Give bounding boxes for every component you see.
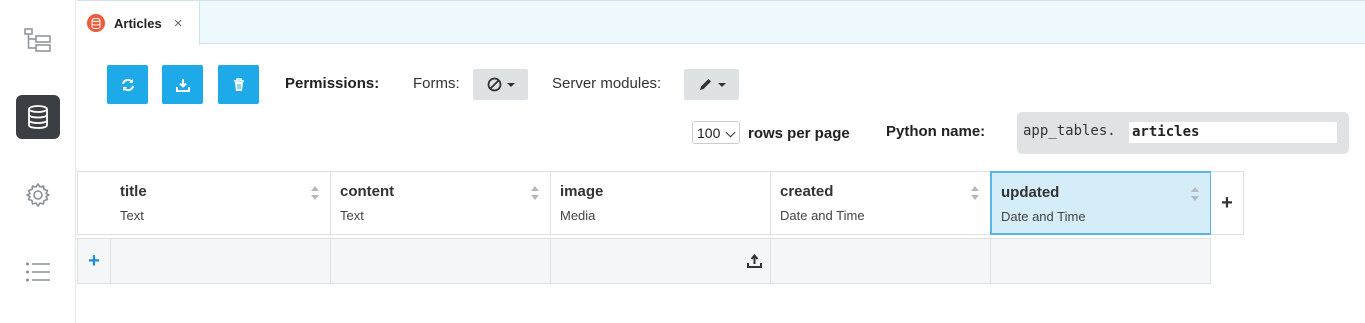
column-header-title[interactable]: title Text [111,171,331,235]
rows-per-page-select[interactable]: 100 [692,121,740,144]
python-name-label: Python name: [886,123,986,140]
column-type: Text [340,208,364,223]
caret-down-icon [506,82,515,87]
column-name: content [340,183,395,200]
delete-button[interactable] [218,65,259,104]
add-row-button[interactable]: + [77,238,111,284]
forms-label: Forms: [413,75,460,92]
sort-icon[interactable] [971,186,980,200]
sort-icon[interactable] [1191,187,1200,201]
column-header-image[interactable]: image Media [551,171,771,235]
add-column-button[interactable]: + [1211,171,1244,235]
upload-icon[interactable] [747,253,762,268]
rows-per-page-value: 100 [697,124,721,141]
server-modules-label: Server modules: [552,75,662,92]
new-row-cell-image[interactable] [551,238,771,284]
settings-button[interactable] [16,173,60,217]
download-button[interactable] [162,65,203,104]
chevron-down-icon [725,127,736,138]
download-icon [175,78,190,92]
column-header-created[interactable]: created Date and Time [771,171,991,235]
database-icon [28,105,48,129]
column-type: Media [560,208,596,223]
sort-icon[interactable] [311,186,320,200]
python-name-box: app_tables. articles [1017,112,1349,154]
column-header-updated[interactable]: updated Date and Time [990,171,1212,235]
column-name: title [120,183,147,200]
pencil-icon [699,79,711,90]
column-name: created [780,183,834,200]
tab-strip: Articles × [77,0,1365,45]
gear-icon [26,183,50,207]
caret-down-icon [717,82,726,87]
python-name-prefix: app_tables. [1023,123,1116,139]
server-modules-permission-dropdown[interactable] [684,69,739,100]
refresh-button[interactable] [107,65,148,104]
database-icon [87,14,105,32]
tab-articles[interactable]: Articles × [77,1,200,45]
python-name-input[interactable]: articles [1129,122,1337,143]
data-tables-button[interactable] [16,95,60,139]
grid-corner-cell [77,171,111,235]
list-button[interactable] [16,250,60,294]
column-name: image [560,183,604,200]
tab-label: Articles [114,15,162,31]
permissions-label: Permissions: [285,75,380,92]
rows-per-page-label: rows per page [748,125,850,142]
new-row-cell-updated[interactable] [991,238,1211,284]
sort-icon[interactable] [531,186,540,200]
tree-icon [24,28,51,52]
column-name: updated [1001,184,1060,201]
left-sidebar [0,0,76,323]
refresh-icon [121,78,134,91]
new-row-cell-content[interactable] [331,238,551,284]
list-icon [26,262,50,282]
no-access-icon [487,77,501,92]
close-icon[interactable]: × [174,16,183,31]
column-type: Date and Time [780,208,865,223]
column-header-content[interactable]: content Text [331,171,551,235]
new-row-cell-created[interactable] [771,238,991,284]
app-tree-button[interactable] [16,19,60,63]
column-type: Date and Time [1001,209,1086,224]
forms-permission-dropdown[interactable] [473,69,528,100]
column-type: Text [120,208,144,223]
trash-icon [233,77,244,91]
new-row-cell-title[interactable] [111,238,331,284]
